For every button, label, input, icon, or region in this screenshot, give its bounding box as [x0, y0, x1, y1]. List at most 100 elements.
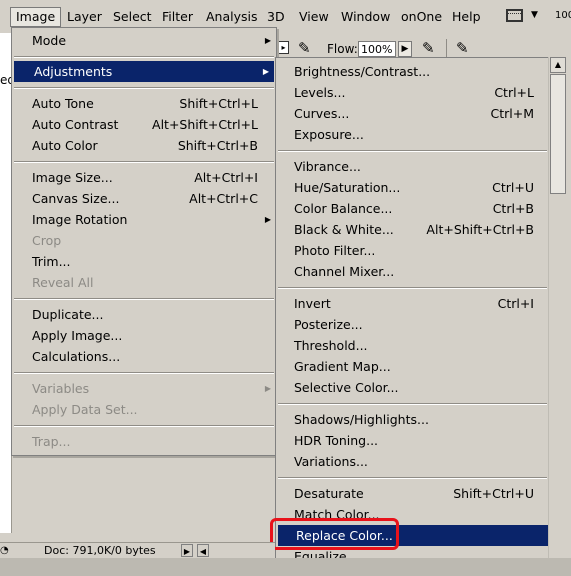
menu-item-shortcut: Ctrl+L [494, 85, 534, 100]
menu-item-label: Adjustments [34, 64, 113, 79]
menu-item-label: Vibrance... [294, 159, 361, 174]
menu-item-hdr-toning[interactable]: HDR Toning... [276, 430, 549, 451]
scroll-up-icon[interactable]: ▲ [550, 57, 566, 73]
menu-separator [14, 372, 274, 374]
scroll-thumb[interactable] [550, 74, 566, 194]
menu-image[interactable]: Image [10, 7, 62, 27]
menu-item-label: Selective Color... [294, 380, 399, 395]
menu-item-label: Exposure... [294, 127, 364, 142]
menu-item-curves[interactable]: Curves... Ctrl+M [276, 103, 549, 124]
menu-help[interactable]: Help [447, 8, 486, 26]
menu-item-label: Brightness/Contrast... [294, 64, 431, 79]
menu-item-shortcut: Alt+Shift+Ctrl+B [426, 222, 534, 237]
menu-item-shortcut: Shift+Ctrl+L [179, 96, 258, 111]
menu-item-label: Auto Color [32, 138, 98, 153]
menu-select[interactable]: Select [108, 8, 157, 26]
menu-item-channel-mixer[interactable]: Channel Mixer... [276, 261, 549, 282]
menu-item-label: Curves... [294, 106, 350, 121]
menu-item-photo-filter[interactable]: Photo Filter... [276, 240, 549, 261]
menu-item-label: Threshold... [294, 338, 368, 353]
menu-item-label: Reveal All [32, 275, 94, 290]
menu-item-label: Apply Data Set... [32, 402, 138, 417]
menu-item-calculations[interactable]: Calculations... [12, 346, 276, 367]
menu-item-label: Image Size... [32, 170, 113, 185]
menu-item-label: Hue/Saturation... [294, 180, 401, 195]
menu-item-shadows-highlights[interactable]: Shadows/Highlights... [276, 409, 549, 430]
menu-item-label: Trap... [32, 434, 71, 449]
brush-preset-icon[interactable]: ▸ [278, 41, 289, 54]
menu-item-label: Invert [294, 296, 331, 311]
submenu-arrow-icon: ▶ [262, 67, 269, 76]
menu-item-threshold[interactable]: Threshold... [276, 335, 549, 356]
menu-3d[interactable]: 3D [262, 8, 290, 26]
menu-item-duplicate[interactable]: Duplicate... [12, 304, 276, 325]
menu-item-levels[interactable]: Levels... Ctrl+L [276, 82, 549, 103]
menu-item-color-balance[interactable]: Color Balance... Ctrl+B [276, 198, 549, 219]
menu-item-hue-saturation[interactable]: Hue/Saturation... Ctrl+U [276, 177, 549, 198]
menu-view[interactable]: View [294, 8, 334, 26]
menu-item-apply-data-set: Apply Data Set... [12, 399, 276, 420]
menu-item-desaturate[interactable]: Desaturate Shift+Ctrl+U [276, 483, 549, 504]
menu-item-variables: Variables ▶ [12, 378, 276, 399]
menu-item-label: Black & White... [294, 222, 394, 237]
menu-item-mode[interactable]: Mode ▶ [12, 30, 276, 51]
menu-item-label: Variables [32, 381, 90, 396]
menu-item-label: Auto Contrast [32, 117, 119, 132]
menu-item-auto-contrast[interactable]: Auto Contrast Alt+Shift+Ctrl+L [12, 114, 276, 135]
menu-layer[interactable]: Layer [62, 8, 107, 26]
menu-separator [14, 56, 274, 58]
menu-item-gradient-map[interactable]: Gradient Map... [276, 356, 549, 377]
menu-window[interactable]: Window [336, 8, 395, 26]
tablet-pressure-icon[interactable]: ✎ [456, 41, 469, 56]
adjustments-submenu: Brightness/Contrast... Levels... Ctrl+L … [275, 57, 550, 571]
menu-item-auto-color[interactable]: Auto Color Shift+Ctrl+B [12, 135, 276, 156]
menu-item-black-white[interactable]: Black & White... Alt+Shift+Ctrl+B [276, 219, 549, 240]
menu-item-shortcut: Ctrl+U [492, 180, 534, 195]
menu-item-shortcut: Alt+Ctrl+I [194, 170, 258, 185]
menu-item-variations[interactable]: Variations... [276, 451, 549, 472]
airbrush-icon[interactable]: ✎ [298, 41, 311, 56]
submenu-arrow-icon: ▶ [264, 215, 271, 224]
menu-item-selective-color[interactable]: Selective Color... [276, 377, 549, 398]
menu-item-brightness-contrast[interactable]: Brightness/Contrast... [276, 61, 549, 82]
chevron-down-icon[interactable]: ▼ [531, 10, 538, 20]
status-menu-button[interactable]: ▶ [181, 544, 193, 557]
menu-separator [14, 298, 274, 300]
image-menu: Mode ▶ Adjustments ▶ Auto Tone Shift+Ctr… [11, 27, 277, 456]
menu-item-label: Variations... [294, 454, 368, 469]
airbrush-toggle-icon[interactable]: ✎ [422, 41, 435, 56]
menu-item-shortcut: Ctrl+B [492, 201, 534, 216]
menu-separator [278, 287, 547, 289]
menu-item-exposure[interactable]: Exposure... [276, 124, 549, 145]
annotation-highlight-box [270, 518, 399, 550]
flow-input[interactable]: 100% [358, 41, 396, 57]
menu-item-label: Crop [32, 233, 62, 248]
menu-item-canvas-size[interactable]: Canvas Size... Alt+Ctrl+C [12, 188, 276, 209]
menu-item-trim[interactable]: Trim... [12, 251, 276, 272]
panel-scrollbar[interactable]: ▲ [548, 57, 567, 569]
menu-item-image-rotation[interactable]: Image Rotation ▶ [12, 209, 276, 230]
screen-mode-icon[interactable] [502, 6, 530, 26]
menu-item-invert[interactable]: Invert Ctrl+I [276, 293, 549, 314]
menu-item-posterize[interactable]: Posterize... [276, 314, 549, 335]
menu-analysis[interactable]: Analysis [201, 8, 263, 26]
menu-filter[interactable]: Filter [157, 8, 198, 26]
bottom-bar [0, 558, 571, 576]
menu-item-vibrance[interactable]: Vibrance... [276, 156, 549, 177]
status-circle-icon: ◔ [0, 545, 9, 556]
menu-item-reveal-all: Reveal All [12, 272, 276, 293]
flow-slider-button[interactable]: ▶ [398, 41, 412, 57]
scroll-left-button[interactable]: ◀ [197, 544, 209, 557]
menu-item-adjustments[interactable]: Adjustments ▶ [14, 61, 274, 82]
menu-separator [14, 161, 274, 163]
doc-size-info: Doc: 791,0K/0 bytes [44, 544, 156, 557]
zoom-level[interactable]: 100 [555, 10, 571, 21]
menu-separator [14, 87, 274, 89]
menu-item-image-size[interactable]: Image Size... Alt+Ctrl+I [12, 167, 276, 188]
menu-item-label: HDR Toning... [294, 433, 379, 448]
menu-item-auto-tone[interactable]: Auto Tone Shift+Ctrl+L [12, 93, 276, 114]
menu-onone[interactable]: onOne [396, 8, 447, 26]
menu-item-apply-image[interactable]: Apply Image... [12, 325, 276, 346]
submenu-arrow-icon: ▶ [264, 36, 271, 45]
menu-item-label: Apply Image... [32, 328, 123, 343]
